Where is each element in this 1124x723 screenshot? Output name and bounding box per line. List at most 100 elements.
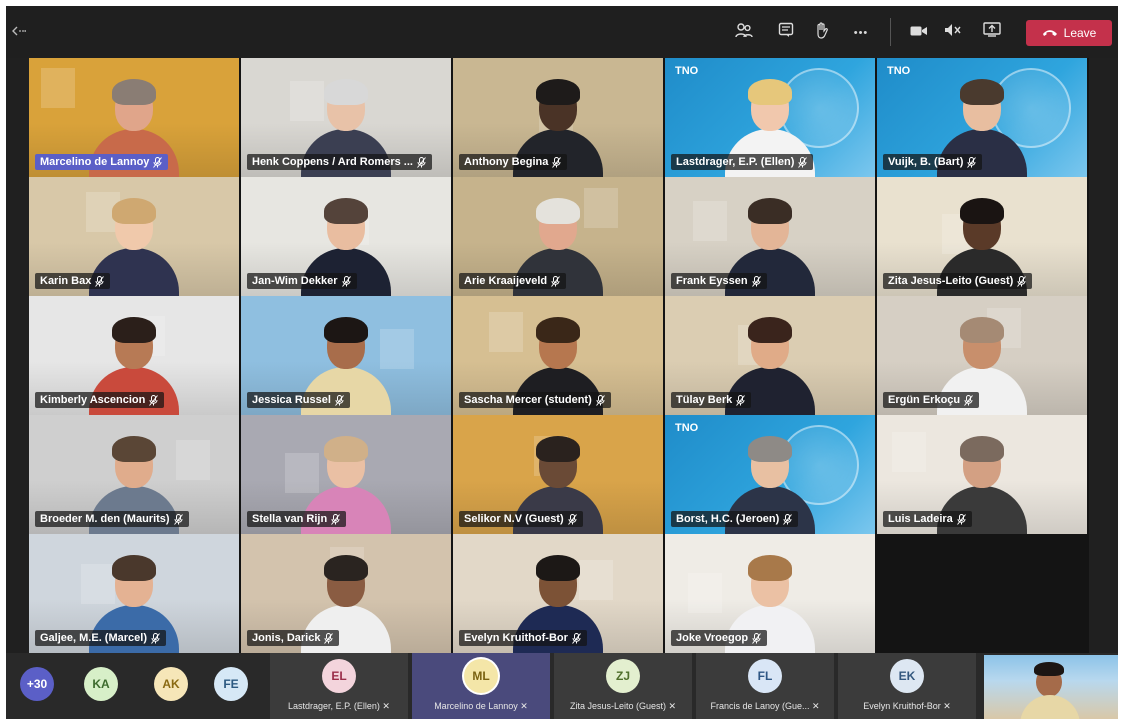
participant-name-label: Jonis, Darick — [247, 630, 340, 646]
video-tile[interactable]: TNO Borst, H.C. (Jeroen) — [665, 415, 875, 534]
video-grid: Marcelino de Lannoy Henk Coppens / Ard Ro… — [29, 58, 1089, 653]
more-participants-badge[interactable]: +30 — [20, 667, 54, 701]
hair — [536, 555, 580, 581]
participant-name-label: Jan-Wim Dekker — [247, 273, 357, 289]
video-tile[interactable]: Evelyn Kruithof-Bor — [453, 534, 663, 653]
video-tile[interactable]: Selikor N.V (Guest) — [453, 415, 663, 534]
participant-name: Karin Bax — [40, 275, 92, 287]
tno-logo-mark: TNO — [675, 65, 699, 77]
participant-name-label: Zita Jesus-Leito (Guest) — [883, 273, 1033, 289]
participant-name: Henk Coppens / Ard Romers ... — [252, 156, 413, 168]
hair — [960, 317, 1004, 343]
video-tile[interactable]: Kimberly Ascencion — [29, 296, 239, 415]
share-screen-icon[interactable] — [981, 22, 1003, 44]
participant-name: Stella van Rijn — [252, 513, 328, 525]
video-tile[interactable]: Galjee, M.E. (Marcel) — [29, 534, 239, 653]
hair — [112, 555, 156, 581]
hair — [112, 317, 156, 343]
mic-muted-icon — [783, 513, 793, 525]
leave-label: Leave — [1063, 26, 1097, 40]
participant-name-label: Evelyn Kruithof-Bor — [459, 630, 587, 646]
video-tile[interactable]: Ergün Erkoçu — [877, 296, 1087, 415]
tno-logo: TNO — [675, 422, 699, 434]
tno-logo-mark: TNO — [675, 422, 699, 434]
participant-name: Joke Vroegop — [676, 632, 749, 644]
video-tile[interactable]: Zita Jesus-Leito (Guest) — [877, 177, 1087, 296]
mic-muted-icon — [736, 394, 746, 406]
strip-participant-tile[interactable]: FL Francis de Lanoy (Gue... ✕ — [696, 653, 834, 719]
participant-name-label: Jessica Russel — [247, 392, 350, 408]
participant-avatar: ML — [464, 659, 498, 693]
video-tile[interactable]: Stella van Rijn — [241, 415, 451, 534]
video-tile[interactable]: Jan-Wim Dekker — [241, 177, 451, 296]
room-fixture — [41, 68, 75, 108]
participant-name-label: Galjee, M.E. (Marcel) — [35, 630, 166, 646]
camera-icon[interactable] — [908, 22, 930, 44]
participant-name-label: Joke Vroegop — [671, 630, 768, 646]
participant-name-label: Marcelino de Lannoy — [35, 154, 169, 170]
hair — [748, 436, 792, 462]
mic-muted-icon — [595, 394, 606, 406]
strip-participant-tile[interactable]: EL Lastdrager, E.P. (Ellen) ✕ — [270, 653, 408, 719]
participant-avatar[interactable]: AK — [154, 667, 188, 701]
mic-muted-icon — [331, 513, 341, 525]
participant-name-label: Borst, H.C. (Jeroen) — [671, 511, 799, 527]
strip-participant-name: Francis de Lanoy (Gue... ✕ — [710, 701, 820, 711]
hair — [536, 198, 580, 224]
participant-avatar: EL — [322, 659, 356, 693]
strip-participant-tile[interactable]: EK Evelyn Kruithof-Bor ✕ — [838, 653, 976, 719]
more-options-icon[interactable]: ••• — [850, 22, 872, 44]
participant-name: Jonis, Darick — [252, 632, 321, 644]
video-tile[interactable]: Frank Eyssen — [665, 177, 875, 296]
participant-name: Galjee, M.E. (Marcel) — [40, 632, 147, 644]
participants-icon[interactable] — [733, 22, 755, 44]
video-tile[interactable]: Luis Ladeira — [877, 415, 1087, 534]
mic-muted-icon — [751, 275, 762, 287]
strip-participant-tile[interactable]: ML Marcelino de Lannoy ✕ — [412, 653, 550, 719]
participant-name-label: Selikor N.V (Guest) — [459, 511, 583, 527]
video-tile[interactable]: Arie Kraaijeveld — [453, 177, 663, 296]
video-tile[interactable]: Sascha Mercer (student) — [453, 296, 663, 415]
video-tile[interactable]: Tülay Berk — [665, 296, 875, 415]
video-tile[interactable]: Jessica Russel — [241, 296, 451, 415]
video-tile[interactable]: Joke Vroegop — [665, 534, 875, 653]
video-tile[interactable]: Marcelino de Lannoy — [29, 58, 239, 177]
video-tile[interactable]: TNO Vuijk, B. (Bart) — [877, 58, 1087, 177]
hair — [324, 79, 368, 105]
chat-icon[interactable] — [775, 22, 797, 44]
video-tile[interactable]: Anthony Begina — [453, 58, 663, 177]
hair — [536, 436, 580, 462]
participant-name: Broeder M. den (Maurits) — [40, 513, 170, 525]
leave-button[interactable]: Leave — [1026, 20, 1112, 46]
mic-muted-icon — [324, 632, 334, 644]
video-tile[interactable]: Jonis, Darick — [241, 534, 451, 653]
hair — [960, 436, 1004, 462]
video-tile[interactable]: TNO Lastdrager, E.P. (Ellen) — [665, 58, 875, 177]
strip-participant-tile[interactable]: ZJ Zita Jesus-Leito (Guest) ✕ — [554, 653, 692, 719]
video-tile[interactable]: Karin Bax — [29, 177, 239, 296]
strip-participant-name: Evelyn Kruithof-Bor ✕ — [863, 701, 951, 711]
video-tile[interactable]: Broeder M. den (Maurits) — [29, 415, 239, 534]
self-video-preview[interactable] — [984, 655, 1118, 719]
participant-avatar[interactable]: KA — [84, 667, 118, 701]
raise-hand-icon[interactable] — [811, 22, 833, 44]
strip-participant-name: Marcelino de Lannoy ✕ — [434, 701, 528, 711]
participant-name: Frank Eyssen — [676, 275, 748, 287]
mic-muted-icon — [964, 394, 974, 406]
back-arrow-icon[interactable] — [12, 26, 26, 36]
hair — [748, 198, 792, 224]
video-tile[interactable]: Henk Coppens / Ard Romers ... — [241, 58, 451, 177]
participant-name-label: Stella van Rijn — [247, 511, 347, 527]
participant-avatar[interactable]: FE — [214, 667, 248, 701]
hair — [536, 317, 580, 343]
hair — [960, 198, 1004, 224]
hair — [324, 198, 368, 224]
mute-icon[interactable] — [942, 22, 964, 44]
self-video-hair — [1034, 662, 1064, 676]
mic-muted-icon — [151, 632, 161, 644]
participant-name: Lastdrager, E.P. (Ellen) — [676, 156, 795, 168]
participant-name-label: Karin Bax — [35, 273, 111, 289]
mic-muted-icon — [1017, 275, 1027, 287]
mic-muted-icon — [153, 156, 163, 168]
participant-name: Marcelino de Lannoy — [40, 156, 150, 168]
